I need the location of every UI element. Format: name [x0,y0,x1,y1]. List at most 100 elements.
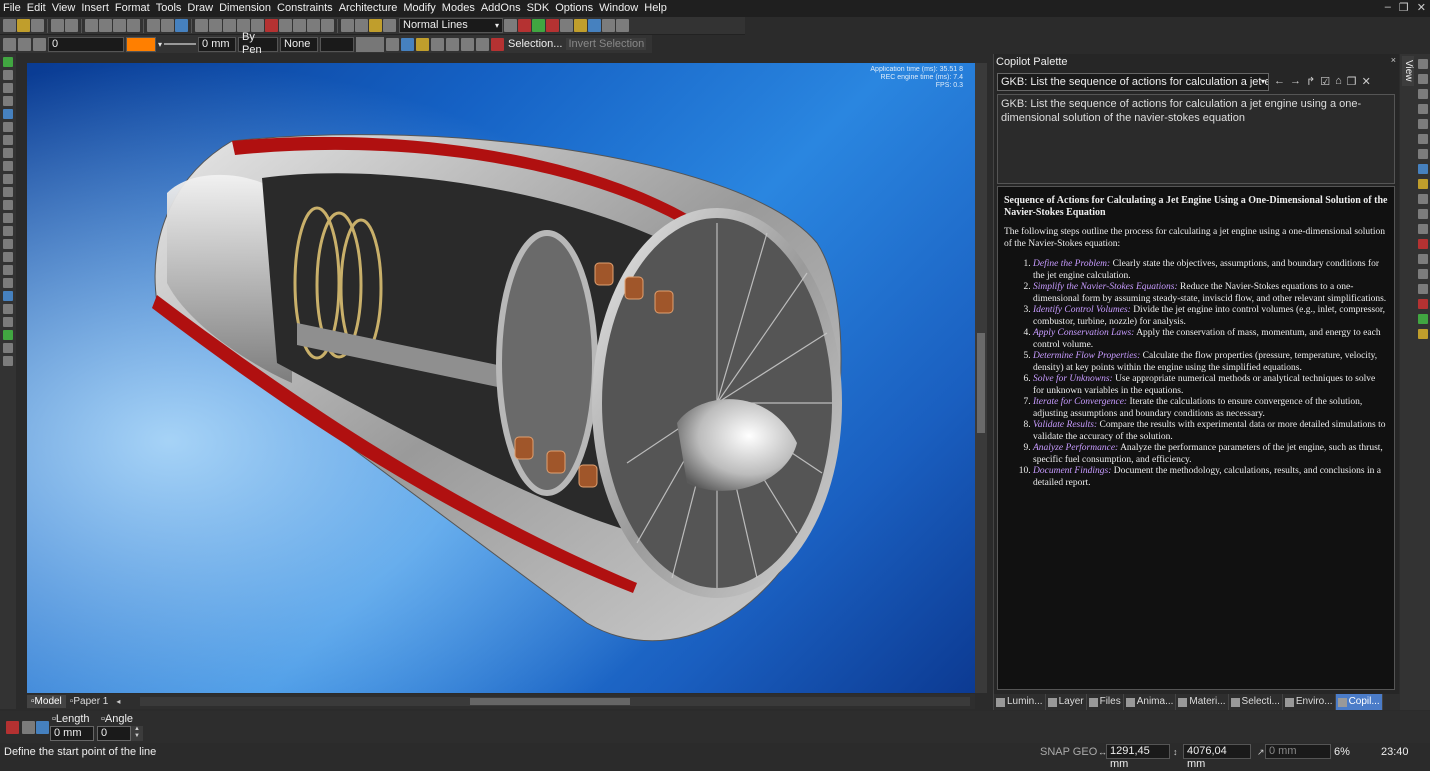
web-icon[interactable] [588,19,601,32]
layers-icon[interactable] [321,19,334,32]
line-thickness-field[interactable]: 0 mm [198,36,237,52]
select-similar-icon[interactable] [416,37,430,51]
hidden-line-icon[interactable] [1418,194,1428,204]
fill-swatch[interactable] [356,36,385,52]
cut-icon[interactable] [85,19,98,32]
3d-tool-icon[interactable] [3,291,13,301]
tab-animation[interactable]: Anima... [1124,694,1177,710]
pointer-icon[interactable] [3,70,13,80]
properties-icon[interactable] [369,19,382,32]
undo-icon[interactable] [147,19,160,32]
hatch-tool-icon[interactable] [3,304,13,314]
menu-edit[interactable]: Edit [24,0,49,17]
angle-input[interactable]: 0 [97,726,131,741]
pen-select[interactable]: By Pen [238,31,279,56]
line-style-select[interactable]: Normal Lines ▾ [399,18,503,33]
y-coordinate[interactable]: 4076,04 mm [1183,744,1251,770]
help-icon[interactable] [616,19,629,32]
selection-button[interactable]: Selection... [506,38,564,50]
zoom-icon[interactable] [195,19,208,32]
measure-tool-icon[interactable] [3,330,13,340]
view-side-icon[interactable] [1418,89,1428,99]
print-preview-icon[interactable] [65,19,78,32]
arrow-tool-icon[interactable] [3,200,13,210]
light-settings-icon[interactable] [1418,254,1428,264]
pin-icon[interactable]: × [1391,55,1396,65]
select-icon[interactable] [341,19,354,32]
list-icon[interactable] [36,721,49,734]
wireframe-icon[interactable] [1418,149,1428,159]
extend-tool-icon[interactable] [3,278,13,288]
render-mode-icon[interactable] [1418,179,1428,189]
paste-special-icon[interactable] [127,19,140,32]
x-coordinate[interactable]: 1291,45 mm [1106,744,1170,770]
menu-draw[interactable]: Draw [184,0,216,17]
light-icon[interactable] [574,19,587,32]
properties-tool-icon[interactable] [3,343,13,353]
view-iso-icon[interactable] [1418,104,1428,114]
zoom-level[interactable]: 6% [1334,743,1350,761]
options-icon[interactable] [22,721,35,734]
trim-tool-icon[interactable] [3,265,13,275]
menu-file[interactable]: File [0,0,24,17]
no-fill-icon[interactable] [518,19,531,32]
reply-icon[interactable]: ↱ [1306,75,1315,88]
grid-icon[interactable] [279,19,292,32]
tab-luminance[interactable]: Lumin... [994,694,1046,710]
invert-selection-button[interactable]: Invert Selection [566,38,647,50]
curve-tool-icon[interactable] [3,135,13,145]
camera-icon[interactable] [1418,224,1428,234]
globe-icon[interactable] [1418,314,1428,324]
link-icon[interactable] [383,19,396,32]
menu-constraints[interactable]: Constraints [274,0,336,17]
deselect-icon[interactable] [491,37,505,51]
view-bottom-icon[interactable] [1418,134,1428,144]
misc-tool-icon[interactable] [3,356,13,366]
render-canvas[interactable]: Application time (ms): 35.51 8 REC engin… [27,63,975,693]
menu-window[interactable]: Window [596,0,641,17]
restore-icon[interactable]: ❐ [1399,1,1409,14]
menu-insert[interactable]: Insert [78,0,112,17]
line-type-icon[interactable] [504,19,517,32]
menu-dimension[interactable]: Dimension [216,0,274,17]
menu-addons[interactable]: AddOns [478,0,524,17]
z-coordinate[interactable]: 0 mm [1265,744,1331,759]
explode-icon[interactable] [560,19,573,32]
view-top-icon[interactable] [1418,59,1428,69]
symbol-tool-icon[interactable] [3,187,13,197]
snap-mode[interactable]: SNAP GEO [1040,743,1097,761]
home-icon[interactable]: ⌂ [1335,75,1342,88]
array-tool-icon[interactable] [3,252,13,262]
cancel-icon[interactable] [6,721,19,734]
transparency-icon[interactable] [386,37,400,51]
redo-icon[interactable] [161,19,174,32]
rotate-tool-icon[interactable] [3,226,13,236]
delete-icon[interactable] [546,19,559,32]
select-fence-icon[interactable] [461,37,475,51]
tab-model[interactable]: ▫Model [27,695,66,708]
spinner-icon[interactable]: ▲ ▼ [131,726,143,741]
render-icon[interactable] [532,19,545,32]
color-swatch[interactable] [126,36,156,52]
horizontal-scrollbar[interactable] [140,697,970,706]
length-input[interactable]: 0 mm [50,726,94,741]
tab-materials[interactable]: Materi... [1176,694,1229,710]
select-polygon-icon[interactable] [446,37,460,51]
paste-icon[interactable] [113,19,126,32]
query-select[interactable]: GKB: List the sequence of actions for ca… [997,73,1269,91]
plus-icon[interactable] [1418,284,1428,294]
picture-tool-icon[interactable] [3,317,13,327]
smart-tool-icon[interactable] [3,57,13,67]
material-icon[interactable] [1418,299,1428,309]
scroll-thumb[interactable] [977,333,985,433]
scroll-thumb[interactable] [470,698,630,705]
point-tool-icon[interactable] [3,148,13,158]
menu-sdk[interactable]: SDK [524,0,553,17]
menu-tools[interactable]: Tools [153,0,185,17]
zoom-all-icon[interactable] [223,19,236,32]
chevron-left-icon[interactable]: ◂ [116,697,120,706]
perspective-icon[interactable] [1418,209,1428,219]
transform-tool-icon[interactable] [3,213,13,223]
menu-view[interactable]: View [49,0,79,17]
save-icon[interactable] [31,19,44,32]
